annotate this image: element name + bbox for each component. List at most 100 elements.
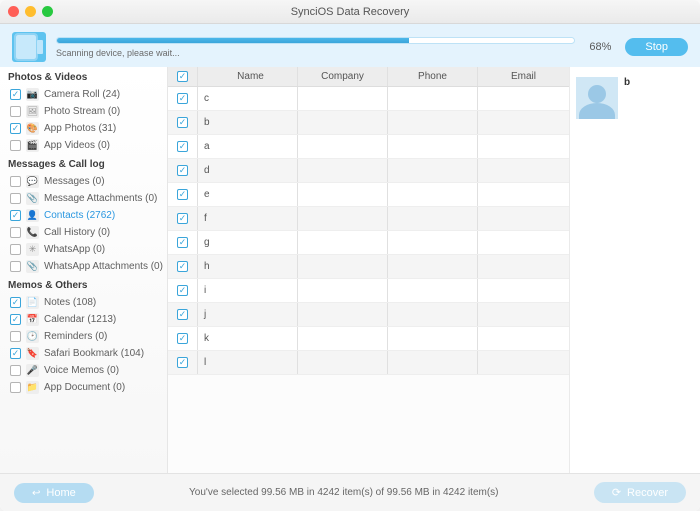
table-header-row: Name Company Phone Email xyxy=(168,67,569,87)
table-row[interactable]: e xyxy=(168,183,569,207)
sidebar-item-icon: 🖼 xyxy=(26,105,39,118)
header-phone[interactable]: Phone xyxy=(388,67,478,86)
recover-icon xyxy=(612,486,621,499)
row-checkbox[interactable] xyxy=(177,285,188,296)
row-checkbox[interactable] xyxy=(177,165,188,176)
table-row[interactable]: c xyxy=(168,87,569,111)
header-checkbox-cell[interactable] xyxy=(168,67,198,86)
scan-status-text: Scanning device, please wait... xyxy=(56,48,575,58)
row-checkbox[interactable] xyxy=(177,261,188,272)
sidebar-item[interactable]: 🎨App Photos (31) xyxy=(0,120,167,137)
table-row[interactable]: g xyxy=(168,231,569,255)
sidebar-item[interactable]: 📅Calendar (1213) xyxy=(0,311,167,328)
row-checkbox[interactable] xyxy=(177,93,188,104)
row-checkbox-cell[interactable] xyxy=(168,207,198,230)
row-checkbox-cell[interactable] xyxy=(168,159,198,182)
row-checkbox-cell[interactable] xyxy=(168,135,198,158)
close-icon[interactable] xyxy=(8,6,19,17)
sidebar-item[interactable]: 🕑Reminders (0) xyxy=(0,328,167,345)
row-checkbox-cell[interactable] xyxy=(168,111,198,134)
sidebar-item-label: Voice Memos (0) xyxy=(44,365,119,376)
select-all-checkbox[interactable] xyxy=(177,71,188,82)
sidebar-item-checkbox[interactable] xyxy=(10,89,21,100)
cell-company xyxy=(298,255,388,278)
sidebar-item-checkbox[interactable] xyxy=(10,123,21,134)
row-checkbox[interactable] xyxy=(177,117,188,128)
sidebar-item[interactable]: 🎬App Videos (0) xyxy=(0,137,167,154)
sidebar-item[interactable]: 📎Message Attachments (0) xyxy=(0,190,167,207)
footer-bar: Home You've selected 99.56 MB in 4242 it… xyxy=(0,473,700,511)
cell-name: a xyxy=(198,135,298,158)
sidebar-item-checkbox[interactable] xyxy=(10,314,21,325)
device-icon xyxy=(12,32,46,62)
sidebar-item-checkbox[interactable] xyxy=(10,210,21,221)
sidebar-item-checkbox[interactable] xyxy=(10,297,21,308)
sidebar-item-checkbox[interactable] xyxy=(10,193,21,204)
sidebar-item-checkbox[interactable] xyxy=(10,106,21,117)
sidebar-item[interactable]: 👤Contacts (2762) xyxy=(0,207,167,224)
row-checkbox[interactable] xyxy=(177,357,188,368)
table-row[interactable]: f xyxy=(168,207,569,231)
row-checkbox[interactable] xyxy=(177,333,188,344)
header-email[interactable]: Email xyxy=(478,67,569,86)
cell-phone xyxy=(388,207,478,230)
detail-contact-name: b xyxy=(624,77,630,88)
minimize-icon[interactable] xyxy=(25,6,36,17)
recover-button[interactable]: Recover xyxy=(594,482,686,503)
row-checkbox-cell[interactable] xyxy=(168,87,198,110)
sidebar-item-checkbox[interactable] xyxy=(10,176,21,187)
table-row[interactable]: l xyxy=(168,351,569,375)
row-checkbox[interactable] xyxy=(177,309,188,320)
sidebar-item-checkbox[interactable] xyxy=(10,140,21,151)
row-checkbox[interactable] xyxy=(177,141,188,152)
table-row[interactable]: h xyxy=(168,255,569,279)
sidebar-item[interactable]: 📷Camera Roll (24) xyxy=(0,86,167,103)
recover-button-label: Recover xyxy=(627,487,668,499)
row-checkbox-cell[interactable] xyxy=(168,351,198,374)
maximize-icon[interactable] xyxy=(42,6,53,17)
sidebar-item-checkbox[interactable] xyxy=(10,365,21,376)
sidebar-item[interactable]: 📁App Document (0) xyxy=(0,379,167,396)
row-checkbox-cell[interactable] xyxy=(168,255,198,278)
home-button[interactable]: Home xyxy=(14,483,94,503)
row-checkbox-cell[interactable] xyxy=(168,327,198,350)
row-checkbox[interactable] xyxy=(177,237,188,248)
row-checkbox-cell[interactable] xyxy=(168,303,198,326)
table-body[interactable]: cbadefghijkl xyxy=(168,87,569,473)
sidebar-item[interactable]: 📄Notes (108) xyxy=(0,294,167,311)
sidebar-item[interactable]: 📎WhatsApp Attachments (0) xyxy=(0,258,167,275)
row-checkbox[interactable] xyxy=(177,189,188,200)
sidebar-item-checkbox[interactable] xyxy=(10,227,21,238)
table-row[interactable]: k xyxy=(168,327,569,351)
table-row[interactable]: b xyxy=(168,111,569,135)
row-checkbox-cell[interactable] xyxy=(168,231,198,254)
stop-button[interactable]: Stop xyxy=(625,38,688,56)
sidebar-item-icon: 📞 xyxy=(26,226,39,239)
sidebar[interactable]: Photos & Videos📷Camera Roll (24)🖼Photo S… xyxy=(0,67,168,473)
cell-phone xyxy=(388,351,478,374)
sidebar-item[interactable]: 💬Messages (0) xyxy=(0,173,167,190)
sidebar-item-checkbox[interactable] xyxy=(10,382,21,393)
table-row[interactable]: a xyxy=(168,135,569,159)
header-name[interactable]: Name xyxy=(198,67,298,86)
sidebar-item-icon: 🎤 xyxy=(26,364,39,377)
sidebar-item-icon: 📎 xyxy=(26,260,39,273)
table-row[interactable]: i xyxy=(168,279,569,303)
sidebar-item[interactable]: 🎤 Voice Memos (0) xyxy=(0,362,167,379)
sidebar-item-checkbox[interactable] xyxy=(10,261,21,272)
row-checkbox-cell[interactable] xyxy=(168,279,198,302)
row-checkbox-cell[interactable] xyxy=(168,183,198,206)
cell-email xyxy=(478,303,569,326)
sidebar-item[interactable]: ✳WhatsApp (0) xyxy=(0,241,167,258)
sidebar-item-checkbox[interactable] xyxy=(10,244,21,255)
sidebar-item[interactable]: 🔖Safari Bookmark (104) xyxy=(0,345,167,362)
table-row[interactable]: d xyxy=(168,159,569,183)
sidebar-item[interactable]: 🖼Photo Stream (0) xyxy=(0,103,167,120)
sidebar-item-icon: 🎨 xyxy=(26,122,39,135)
sidebar-item-checkbox[interactable] xyxy=(10,348,21,359)
row-checkbox[interactable] xyxy=(177,213,188,224)
sidebar-item-checkbox[interactable] xyxy=(10,331,21,342)
sidebar-item[interactable]: 📞Call History (0) xyxy=(0,224,167,241)
header-company[interactable]: Company xyxy=(298,67,388,86)
table-row[interactable]: j xyxy=(168,303,569,327)
